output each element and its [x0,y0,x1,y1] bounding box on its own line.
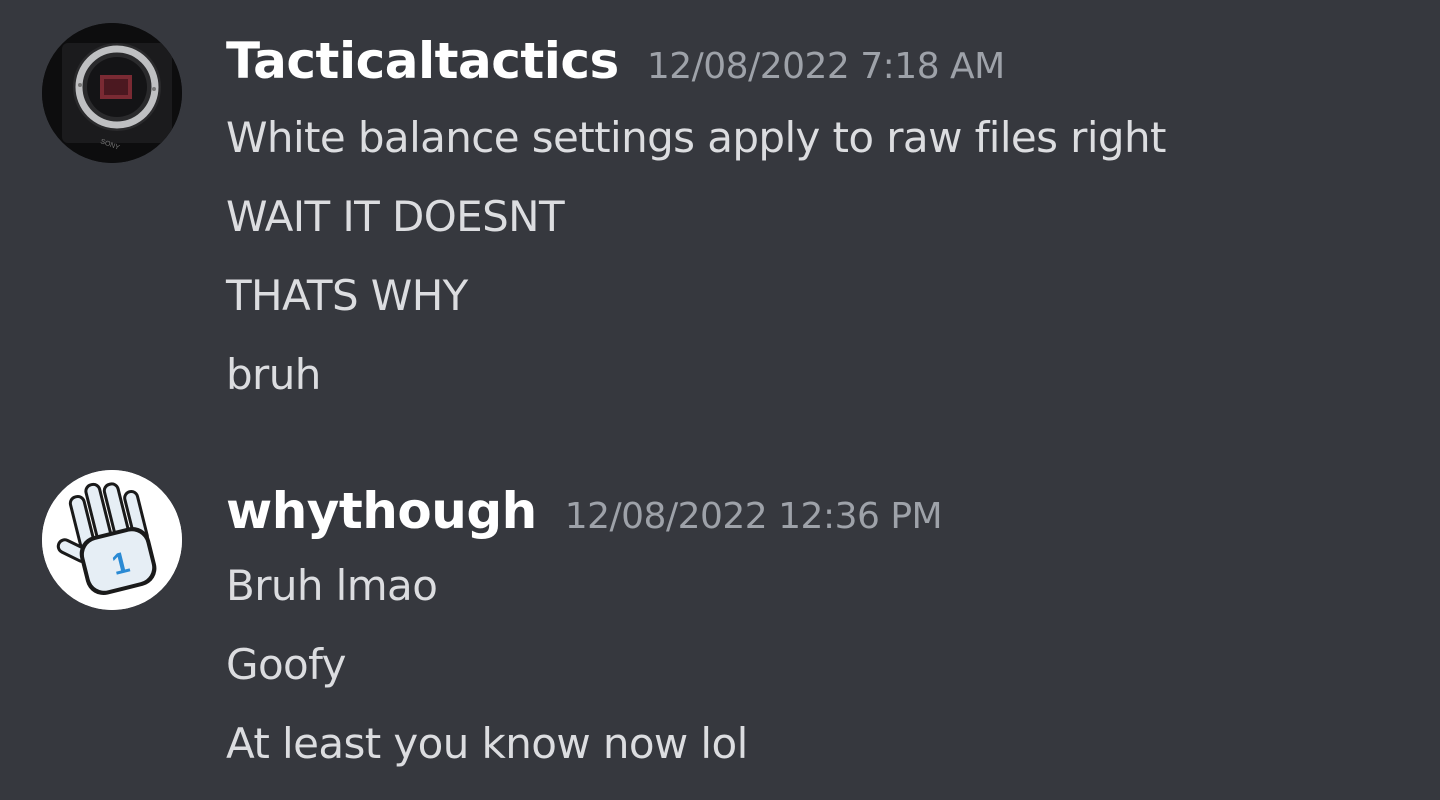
message-text: At least you know now lol [226,719,748,768]
timestamp[interactable]: 12/08/2022 7:18 AM [647,46,1005,87]
avatar[interactable]: SONY [42,23,182,163]
message-text: Bruh lmao [226,561,438,610]
message-text: bruh [226,350,321,399]
camera-sensor-icon: SONY [42,23,182,163]
glove-hand-icon: 1 [42,470,182,610]
message-header: whythough 12/08/2022 12:36 PM [226,482,943,540]
avatar[interactable]: 1 [42,470,182,610]
message-text: Goofy [226,640,346,689]
message-text: WAIT IT DOESNT [226,192,565,241]
username[interactable]: Tacticaltactics [226,32,619,90]
message-text: White balance settings apply to raw file… [226,113,1166,162]
message-text: THATS WHY [226,271,468,320]
chat-message-list: SONY Tacticaltactics 12/08/2022 7:18 AM W… [0,0,1440,800]
username[interactable]: whythough [226,482,537,540]
timestamp[interactable]: 12/08/2022 12:36 PM [565,496,943,537]
message-header: Tacticaltactics 12/08/2022 7:18 AM [226,32,1005,90]
